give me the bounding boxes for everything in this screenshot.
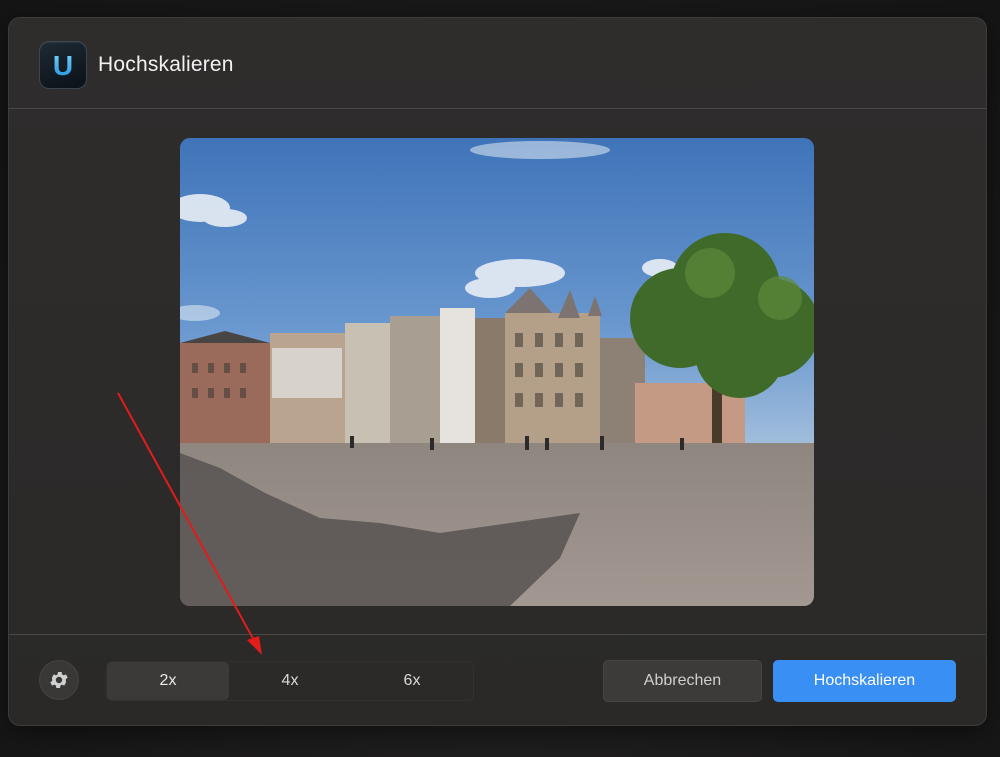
cancel-button[interactable]: Abbrechen <box>603 660 762 702</box>
dialog-header: U Hochskalieren <box>9 18 986 108</box>
upscale-dialog: U Hochskalieren 2x 4x 6x Abbrechen Hochs… <box>8 17 987 726</box>
header-divider <box>9 108 986 109</box>
settings-button[interactable] <box>39 660 79 700</box>
scale-option-6x[interactable]: 6x <box>351 662 473 700</box>
dialog-footer: 2x 4x 6x Abbrechen Hochskalieren <box>9 635 986 725</box>
svg-text:U: U <box>53 50 73 81</box>
scale-option-2x[interactable]: 2x <box>107 662 229 700</box>
image-preview <box>180 138 814 606</box>
upscale-button[interactable]: Hochskalieren <box>773 660 956 702</box>
upscayl-icon: U <box>39 41 87 89</box>
gear-icon <box>50 672 68 688</box>
scale-option-4x[interactable]: 4x <box>229 662 351 700</box>
dialog-title: Hochskalieren <box>98 53 234 76</box>
scale-selector: 2x 4x 6x <box>106 661 474 701</box>
